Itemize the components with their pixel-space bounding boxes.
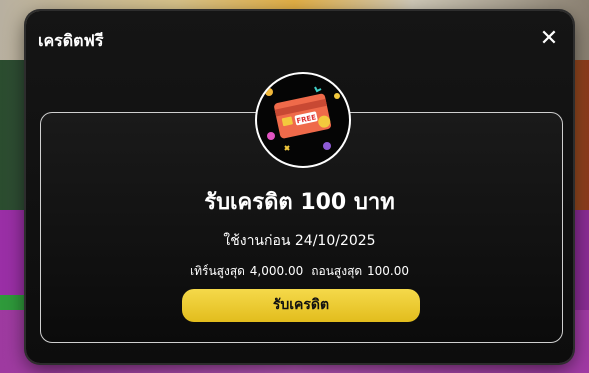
credit-headline: รับเครดิต 100 บาท [204, 190, 395, 215]
close-button[interactable]: ✕ [539, 26, 559, 51]
claim-credit-button[interactable]: รับเครดิต [182, 289, 420, 322]
use-before-date: ใช้งานก่อน 24/10/2025 [223, 233, 376, 249]
modal-title: เครดิตฟรี [38, 31, 104, 50]
close-icon: ✕ [539, 26, 559, 51]
free-credit-modal: เครดิตฟรี ✕ FREE รับเครดิต 100 บาท ใช้งา… [26, 11, 573, 363]
credit-limits: เทิร์นสูงสุด 4,000.00 ถอนสูงสุด 100.00 [26, 262, 573, 281]
max-withdraw: ถอนสูงสุด 100.00 [311, 264, 409, 278]
max-turnover: เทิร์นสูงสุด 4,000.00 [190, 264, 304, 278]
free-credit-card-icon: FREE [255, 72, 351, 168]
